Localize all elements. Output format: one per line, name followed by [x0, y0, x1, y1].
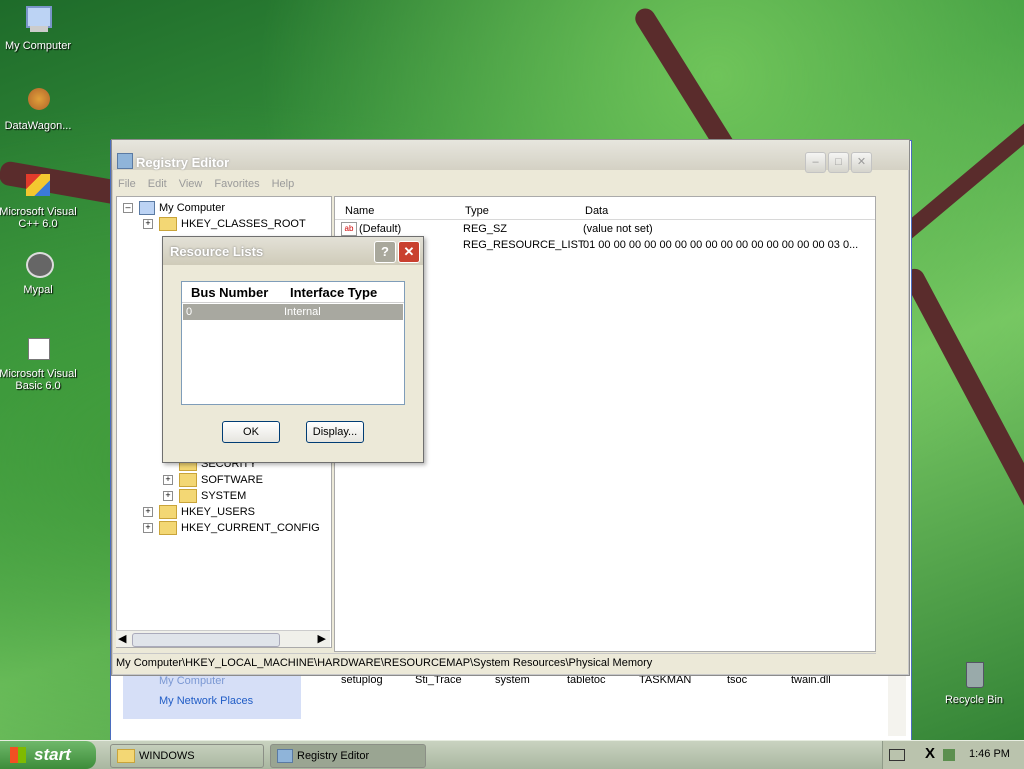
folder-icon: [179, 473, 197, 487]
menu-help[interactable]: Help: [266, 176, 301, 192]
folder-icon: [159, 217, 177, 231]
desktop-icon-my-computer[interactable]: My Computer: [0, 4, 80, 52]
tray-app-icon[interactable]: [943, 749, 955, 761]
folder-icon: [159, 521, 177, 535]
column-header-type[interactable]: Type: [465, 205, 489, 217]
list-header: Name Type Data: [335, 201, 875, 220]
desktop-icon-visual-basic[interactable]: Microsoft Visual Basic 6.0: [0, 332, 80, 392]
recycle-bin-icon: [958, 658, 990, 690]
string-value-icon: ab: [341, 222, 357, 236]
expand-icon[interactable]: +: [163, 475, 173, 485]
menu-bar: File Edit View Favorites Help: [112, 176, 300, 194]
table-header: Bus Number Interface Type: [182, 282, 404, 303]
taskbar-item-registry-editor[interactable]: Registry Editor: [270, 744, 426, 768]
column-header-interface-type[interactable]: Interface Type: [290, 285, 377, 300]
vcpp-icon: [22, 170, 54, 202]
file-list-row: setuplog Sti_Trace system tabletoc TASKM…: [307, 674, 891, 734]
vb-icon: [22, 332, 54, 364]
menu-edit[interactable]: Edit: [142, 176, 173, 192]
scroll-left-icon[interactable]: ◀: [118, 632, 126, 645]
datawagon-icon: [22, 84, 54, 116]
taskbar: start WINDOWS Registry Editor X 1:46 PM: [0, 740, 1024, 769]
clock: 1:46 PM: [969, 748, 1010, 760]
explorer-side-panel: My Computer My Network Places: [123, 671, 301, 719]
close-button[interactable]: ✕: [851, 152, 872, 173]
expand-icon[interactable]: +: [143, 507, 153, 517]
expand-icon[interactable]: +: [143, 219, 153, 229]
window-title: Registry Editor: [136, 155, 230, 170]
desktop-icon-mypal[interactable]: Mypal: [0, 248, 80, 296]
value-row[interactable]: ab (Default) REG_SZ (value not set): [335, 221, 875, 237]
resource-list-table[interactable]: Bus Number Interface Type 0 Internal: [181, 281, 405, 405]
folder-icon: [179, 489, 197, 503]
column-header-bus-number[interactable]: Bus Number: [191, 285, 268, 300]
expand-icon[interactable]: +: [163, 491, 173, 501]
windows-logo-icon: [10, 747, 26, 763]
help-button[interactable]: ?: [374, 241, 396, 263]
tree-node-hkey-users[interactable]: + HKEY_USERS: [143, 505, 255, 519]
maximize-button[interactable]: □: [828, 152, 849, 173]
tree-node-hkey-current-config[interactable]: + HKEY_CURRENT_CONFIG: [143, 521, 320, 535]
menu-view[interactable]: View: [173, 176, 209, 192]
dialog-title-bar[interactable]: Resource Lists ? ✕: [163, 237, 423, 265]
display-button[interactable]: Display...: [306, 421, 364, 443]
menu-file[interactable]: File: [112, 176, 142, 192]
tray-x-icon[interactable]: X: [925, 745, 935, 762]
tree-node-hkey-classes-root[interactable]: + HKEY_CLASSES_ROOT: [143, 217, 306, 231]
desktop-icon-recycle-bin[interactable]: Recycle Bin: [932, 658, 1016, 706]
tree-node-my-computer[interactable]: – My Computer: [123, 201, 225, 215]
keyboard-icon[interactable]: [889, 749, 905, 761]
scrollbar-thumb[interactable]: [132, 633, 280, 647]
folder-icon: [117, 749, 135, 764]
tree-horizontal-scrollbar[interactable]: ◀ ▶: [116, 630, 330, 647]
taskbar-item-windows[interactable]: WINDOWS: [110, 744, 264, 768]
menu-favorites[interactable]: Favorites: [208, 176, 265, 192]
side-link-network-places[interactable]: My Network Places: [123, 687, 301, 707]
tree-node-system[interactable]: + SYSTEM: [163, 489, 246, 503]
computer-icon: [139, 201, 155, 215]
start-button[interactable]: start: [0, 741, 96, 769]
regedit-app-icon: [277, 749, 293, 764]
tree-node-software[interactable]: + SOFTWARE: [163, 473, 263, 487]
close-button[interactable]: ✕: [398, 241, 420, 263]
collapse-icon[interactable]: –: [123, 203, 133, 213]
folder-icon: [159, 505, 177, 519]
title-bar[interactable]: Registry Editor – □ ✕: [112, 140, 909, 173]
mypal-icon: [22, 248, 54, 280]
system-tray: X 1:46 PM: [882, 741, 1024, 769]
regedit-app-icon: [117, 153, 133, 169]
minimize-button[interactable]: –: [805, 152, 826, 173]
computer-icon: [22, 4, 54, 36]
dialog-title: Resource Lists: [170, 244, 264, 259]
column-header-data[interactable]: Data: [585, 205, 608, 217]
ok-button[interactable]: OK: [222, 421, 280, 443]
expand-icon[interactable]: +: [143, 523, 153, 533]
status-bar: My Computer\HKEY_LOCAL_MACHINE\HARDWARE\…: [112, 653, 876, 671]
resource-lists-dialog: Resource Lists ? ✕ Bus Number Interface …: [162, 236, 424, 463]
column-header-name[interactable]: Name: [345, 205, 374, 217]
table-row[interactable]: 0 Internal: [183, 304, 403, 320]
desktop-icon-visual-cpp[interactable]: Microsoft Visual C++ 6.0: [0, 170, 80, 230]
desktop-icon-datawagon[interactable]: DataWagon...: [0, 84, 80, 132]
scroll-right-icon[interactable]: ▶: [318, 632, 326, 645]
